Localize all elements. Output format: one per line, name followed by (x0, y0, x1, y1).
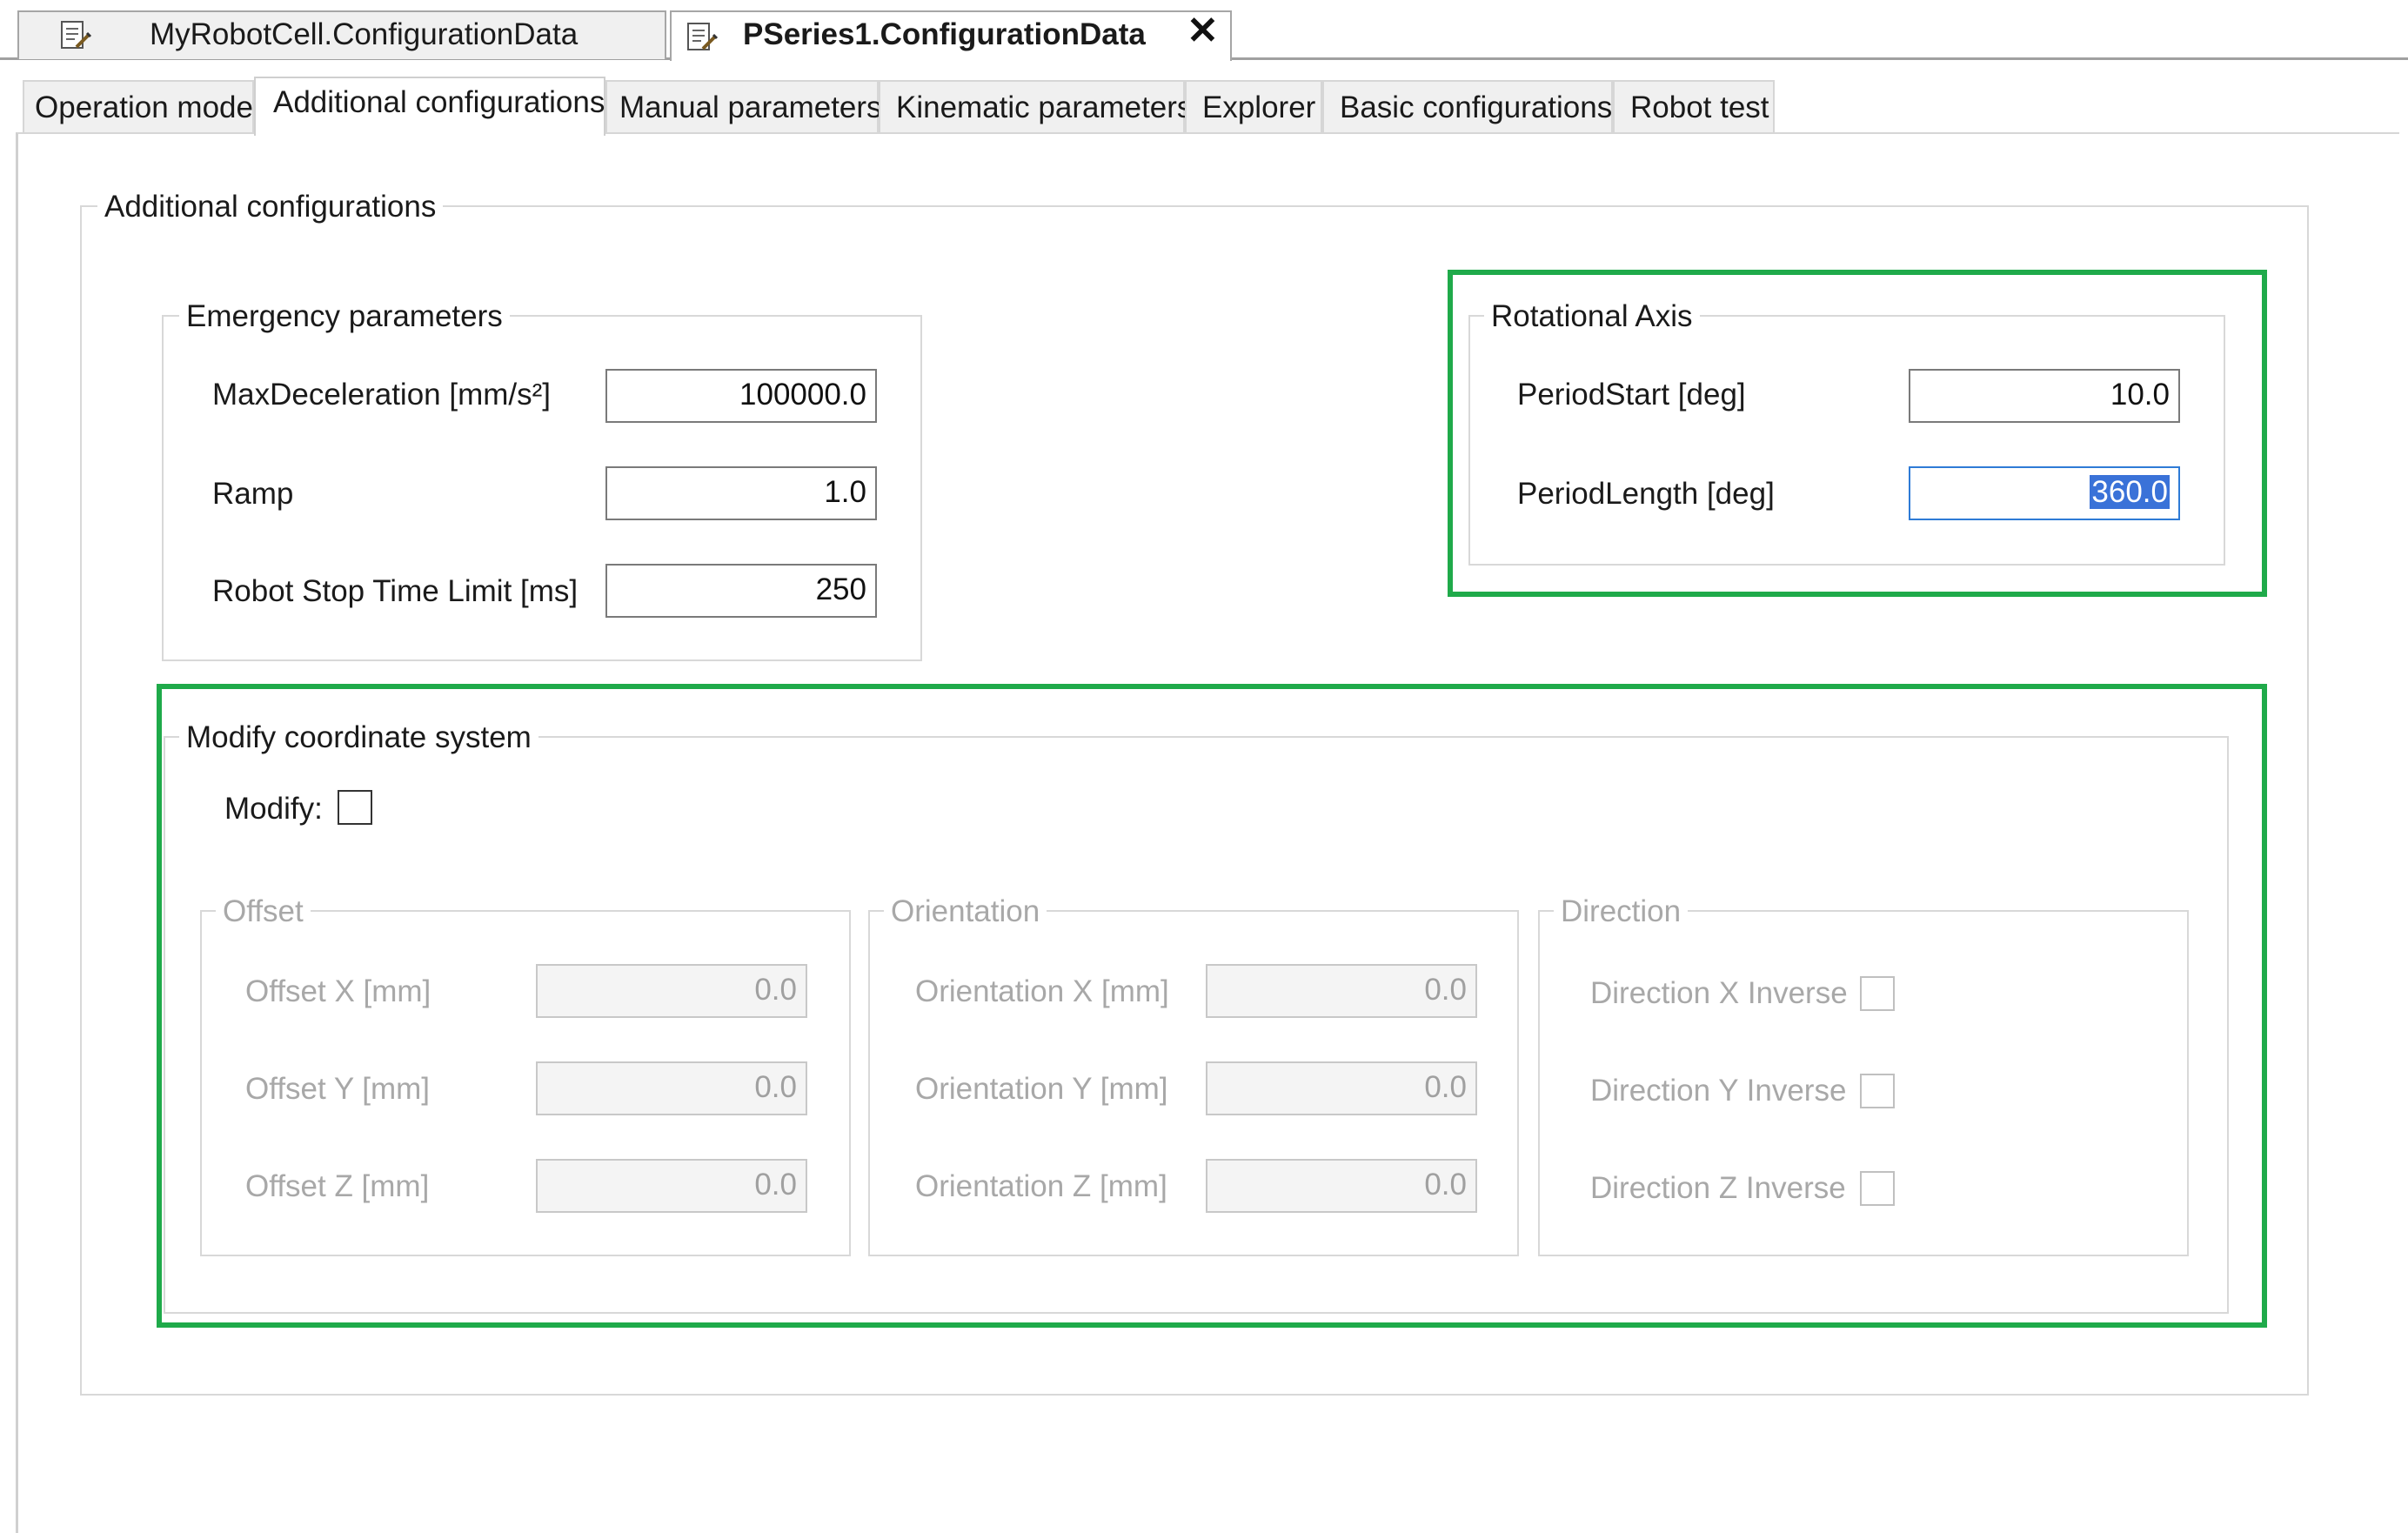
tab-label: Kinematic parameters (896, 90, 1193, 124)
tab-additional-configurations[interactable]: Additional configurations (254, 77, 605, 136)
config-file-icon (61, 21, 92, 49)
selected-text: 360.0 (2090, 475, 2170, 509)
period-length-label: PeriodLength [deg] (1517, 477, 1775, 511)
orientation-z-label: Orientation Z [mm] (915, 1169, 1167, 1203)
group-title: Orientation (884, 894, 1047, 929)
offset-z-input[interactable]: 0.0 (536, 1159, 807, 1213)
group-title: Modify coordinate system (179, 720, 538, 755)
period-start-label: PeriodStart [deg] (1517, 378, 1746, 412)
tab-basic-configurations[interactable]: Basic configurations (1322, 80, 1613, 132)
direction-z-inverse-label: Direction Z Inverse (1590, 1171, 1846, 1205)
period-start-input[interactable]: 10.0 (1909, 369, 2180, 423)
orientation-y-label: Orientation Y [mm] (915, 1072, 1168, 1106)
max-deceleration-input[interactable]: 100000.0 (605, 369, 877, 423)
direction-x-inverse-label: Direction X Inverse (1590, 976, 1848, 1010)
tab-label: Explorer (1202, 90, 1316, 124)
group-title: Additional configurations (97, 190, 444, 224)
ramp-label: Ramp (212, 477, 294, 511)
close-icon[interactable]: ✕ (1187, 12, 1219, 50)
tab-label: Manual parameters (619, 90, 882, 124)
doc-tab-label: PSeries1.ConfigurationData (743, 17, 1146, 51)
group-title: Emergency parameters (179, 299, 510, 334)
robot-stop-time-limit-label: Robot Stop Time Limit [ms] (212, 574, 579, 608)
orientation-x-input[interactable]: 0.0 (1206, 964, 1477, 1018)
ramp-input[interactable]: 1.0 (605, 466, 877, 520)
group-title: Direction (1554, 894, 1689, 929)
tab-label: Basic configurations (1340, 90, 1613, 124)
offset-x-label: Offset X [mm] (245, 974, 431, 1008)
tab-operation-mode[interactable]: Operation mode (23, 80, 254, 132)
doc-tab-label: MyRobotCell.ConfigurationData (150, 17, 579, 51)
orientation-y-input[interactable]: 0.0 (1206, 1061, 1477, 1115)
modify-label: Modify: (224, 792, 323, 826)
tab-label: Robot test (1630, 90, 1769, 124)
config-file-icon (687, 23, 719, 50)
rotational-axis-group (1468, 315, 2225, 566)
tab-label: Additional configurations (273, 85, 605, 119)
group-title: Rotational Axis (1484, 299, 1700, 334)
offset-y-label: Offset Y [mm] (245, 1072, 431, 1106)
offset-z-label: Offset Z [mm] (245, 1169, 430, 1203)
offset-x-input[interactable]: 0.0 (536, 964, 807, 1018)
direction-y-inverse-checkbox[interactable] (1860, 1074, 1895, 1108)
direction-z-inverse-checkbox[interactable] (1860, 1171, 1895, 1206)
robot-stop-time-limit-input[interactable]: 250 (605, 564, 877, 618)
tab-kinematic-parameters[interactable]: Kinematic parameters (879, 80, 1192, 132)
modify-checkbox[interactable] (338, 790, 372, 825)
period-length-input[interactable]: 360.0 (1909, 466, 2180, 520)
direction-x-inverse-checkbox[interactable] (1860, 976, 1895, 1011)
offset-y-input[interactable]: 0.0 (536, 1061, 807, 1115)
orientation-x-label: Orientation X [mm] (915, 974, 1169, 1008)
tab-explorer[interactable]: Explorer (1185, 80, 1322, 132)
orientation-z-input[interactable]: 0.0 (1206, 1159, 1477, 1213)
tab-label: Operation mode (35, 90, 253, 124)
tab-manual-parameters[interactable]: Manual parameters (605, 80, 882, 132)
group-title: Offset (216, 894, 311, 929)
max-deceleration-label: MaxDeceleration [mm/s²] (212, 378, 551, 412)
tab-robot-test[interactable]: Robot test (1613, 80, 1775, 132)
direction-y-inverse-label: Direction Y Inverse (1590, 1074, 1847, 1108)
